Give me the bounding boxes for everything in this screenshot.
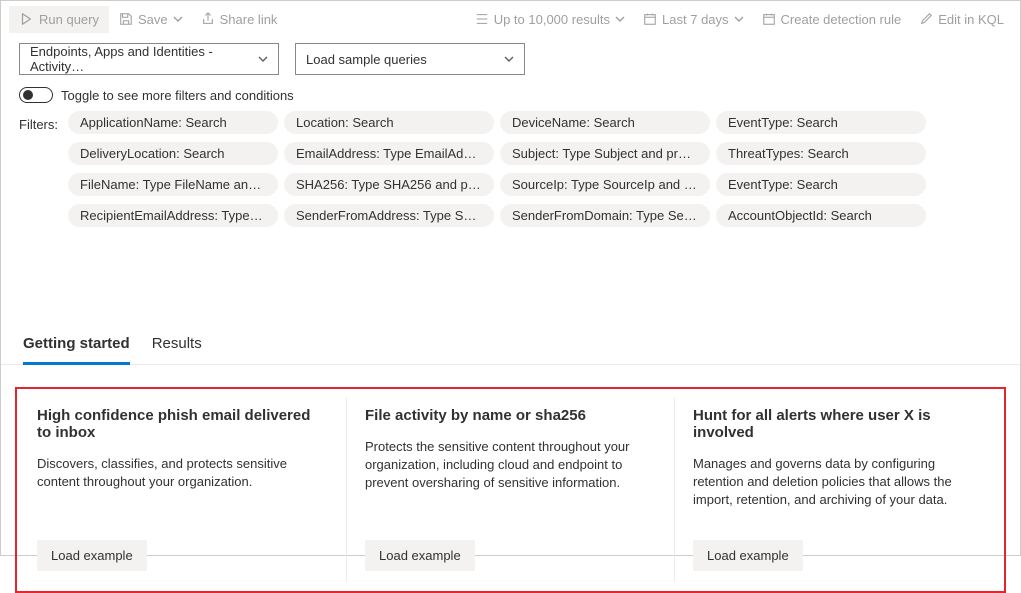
filter-pill[interactable]: SourceIp: Type SourceIp and pre… — [500, 173, 710, 196]
filters-toggle-row: Toggle to see more filters and condition… — [1, 83, 1020, 111]
filter-pill[interactable]: Location: Search — [284, 111, 494, 134]
edit-in-kql-button[interactable]: Edit in KQL — [911, 6, 1012, 33]
edit-icon — [919, 12, 933, 26]
filter-pill[interactable]: EventType: Search — [716, 173, 926, 196]
time-range-label: Last 7 days — [662, 12, 729, 27]
card-description: Discovers, classifies, and protects sens… — [37, 455, 328, 510]
create-rule-label: Create detection rule — [781, 12, 902, 27]
filter-pill-grid: ApplicationName: Search Location: Search… — [68, 111, 926, 227]
share-icon — [201, 12, 215, 26]
sample-queries-dropdown[interactable]: Load sample queries — [295, 43, 525, 75]
results-limit-label: Up to 10,000 results — [494, 12, 610, 27]
filter-pill[interactable]: EventType: Search — [716, 111, 926, 134]
filter-pill[interactable]: DeviceName: Search — [500, 111, 710, 134]
scope-value: Endpoints, Apps and Identities - Activit… — [30, 44, 258, 74]
example-card: Hunt for all alerts where user X is invo… — [674, 397, 1002, 581]
tab-results[interactable]: Results — [152, 327, 202, 364]
save-label: Save — [138, 12, 168, 27]
card-description: Protects the sensitive content throughou… — [365, 438, 656, 510]
filters-toggle-label: Toggle to see more filters and condition… — [61, 88, 294, 103]
play-icon — [19, 12, 33, 26]
result-tabs: Getting started Results — [1, 327, 1020, 365]
share-label: Share link — [220, 12, 278, 27]
chevron-down-icon — [173, 12, 183, 27]
filter-pill[interactable]: DeliveryLocation: Search — [68, 142, 278, 165]
filter-pill[interactable]: EmailAddress: Type EmailAddress… — [284, 142, 494, 165]
edit-kql-label: Edit in KQL — [938, 12, 1004, 27]
calendar-icon — [762, 12, 776, 26]
filter-pill[interactable]: FileName: Type FileName and pr… — [68, 173, 278, 196]
filter-pill[interactable]: SHA256: Type SHA256 and pres… — [284, 173, 494, 196]
filters-label: Filters: — [19, 111, 58, 227]
filters-area: Filters: ApplicationName: Search Locatio… — [1, 111, 1020, 235]
card-title: Hunt for all alerts where user X is invo… — [693, 407, 984, 441]
filter-pill[interactable]: ThreatTypes: Search — [716, 142, 926, 165]
load-example-button[interactable]: Load example — [365, 540, 475, 571]
save-icon — [119, 12, 133, 26]
create-detection-rule-button[interactable]: Create detection rule — [754, 6, 910, 33]
save-button[interactable]: Save — [111, 6, 191, 33]
example-card: High confidence phish email delivered to… — [19, 397, 346, 581]
scope-dropdown[interactable]: Endpoints, Apps and Identities - Activit… — [19, 43, 279, 75]
calendar-icon — [643, 12, 657, 26]
tab-getting-started[interactable]: Getting started — [23, 327, 130, 365]
filter-pill[interactable]: ApplicationName: Search — [68, 111, 278, 134]
filter-pill[interactable]: SenderFromAddress: Type Send… — [284, 204, 494, 227]
load-example-button[interactable]: Load example — [693, 540, 803, 571]
card-description: Manages and governs data by configuring … — [693, 455, 984, 510]
run-query-button[interactable]: Run query — [9, 6, 109, 33]
time-range-button[interactable]: Last 7 days — [635, 6, 752, 33]
sample-value: Load sample queries — [306, 52, 427, 67]
chevron-down-icon — [734, 12, 744, 27]
example-card: File activity by name or sha256 Protects… — [346, 397, 674, 581]
filter-pill[interactable]: RecipientEmailAddress: Type Rec… — [68, 204, 278, 227]
share-link-button[interactable]: Share link — [193, 6, 286, 33]
chevron-down-icon — [258, 52, 268, 67]
run-query-label: Run query — [39, 12, 99, 27]
filter-pill[interactable]: AccountObjectId: Search — [716, 204, 926, 227]
results-limit-button[interactable]: Up to 10,000 results — [467, 6, 633, 33]
chevron-down-icon — [615, 12, 625, 27]
example-cards: High confidence phish email delivered to… — [15, 387, 1006, 593]
filters-toggle[interactable] — [19, 87, 53, 103]
filter-pill[interactable]: SenderFromDomain: Type Sende… — [500, 204, 710, 227]
command-bar: Run query Save Share link Up to 10,000 r… — [1, 1, 1020, 37]
card-title: File activity by name or sha256 — [365, 407, 656, 424]
list-icon — [475, 12, 489, 26]
card-title: High confidence phish email delivered to… — [37, 407, 328, 441]
load-example-button[interactable]: Load example — [37, 540, 147, 571]
filter-pill[interactable]: Subject: Type Subject and press … — [500, 142, 710, 165]
selectors-row: Endpoints, Apps and Identities - Activit… — [1, 37, 1020, 83]
chevron-down-icon — [504, 52, 514, 67]
